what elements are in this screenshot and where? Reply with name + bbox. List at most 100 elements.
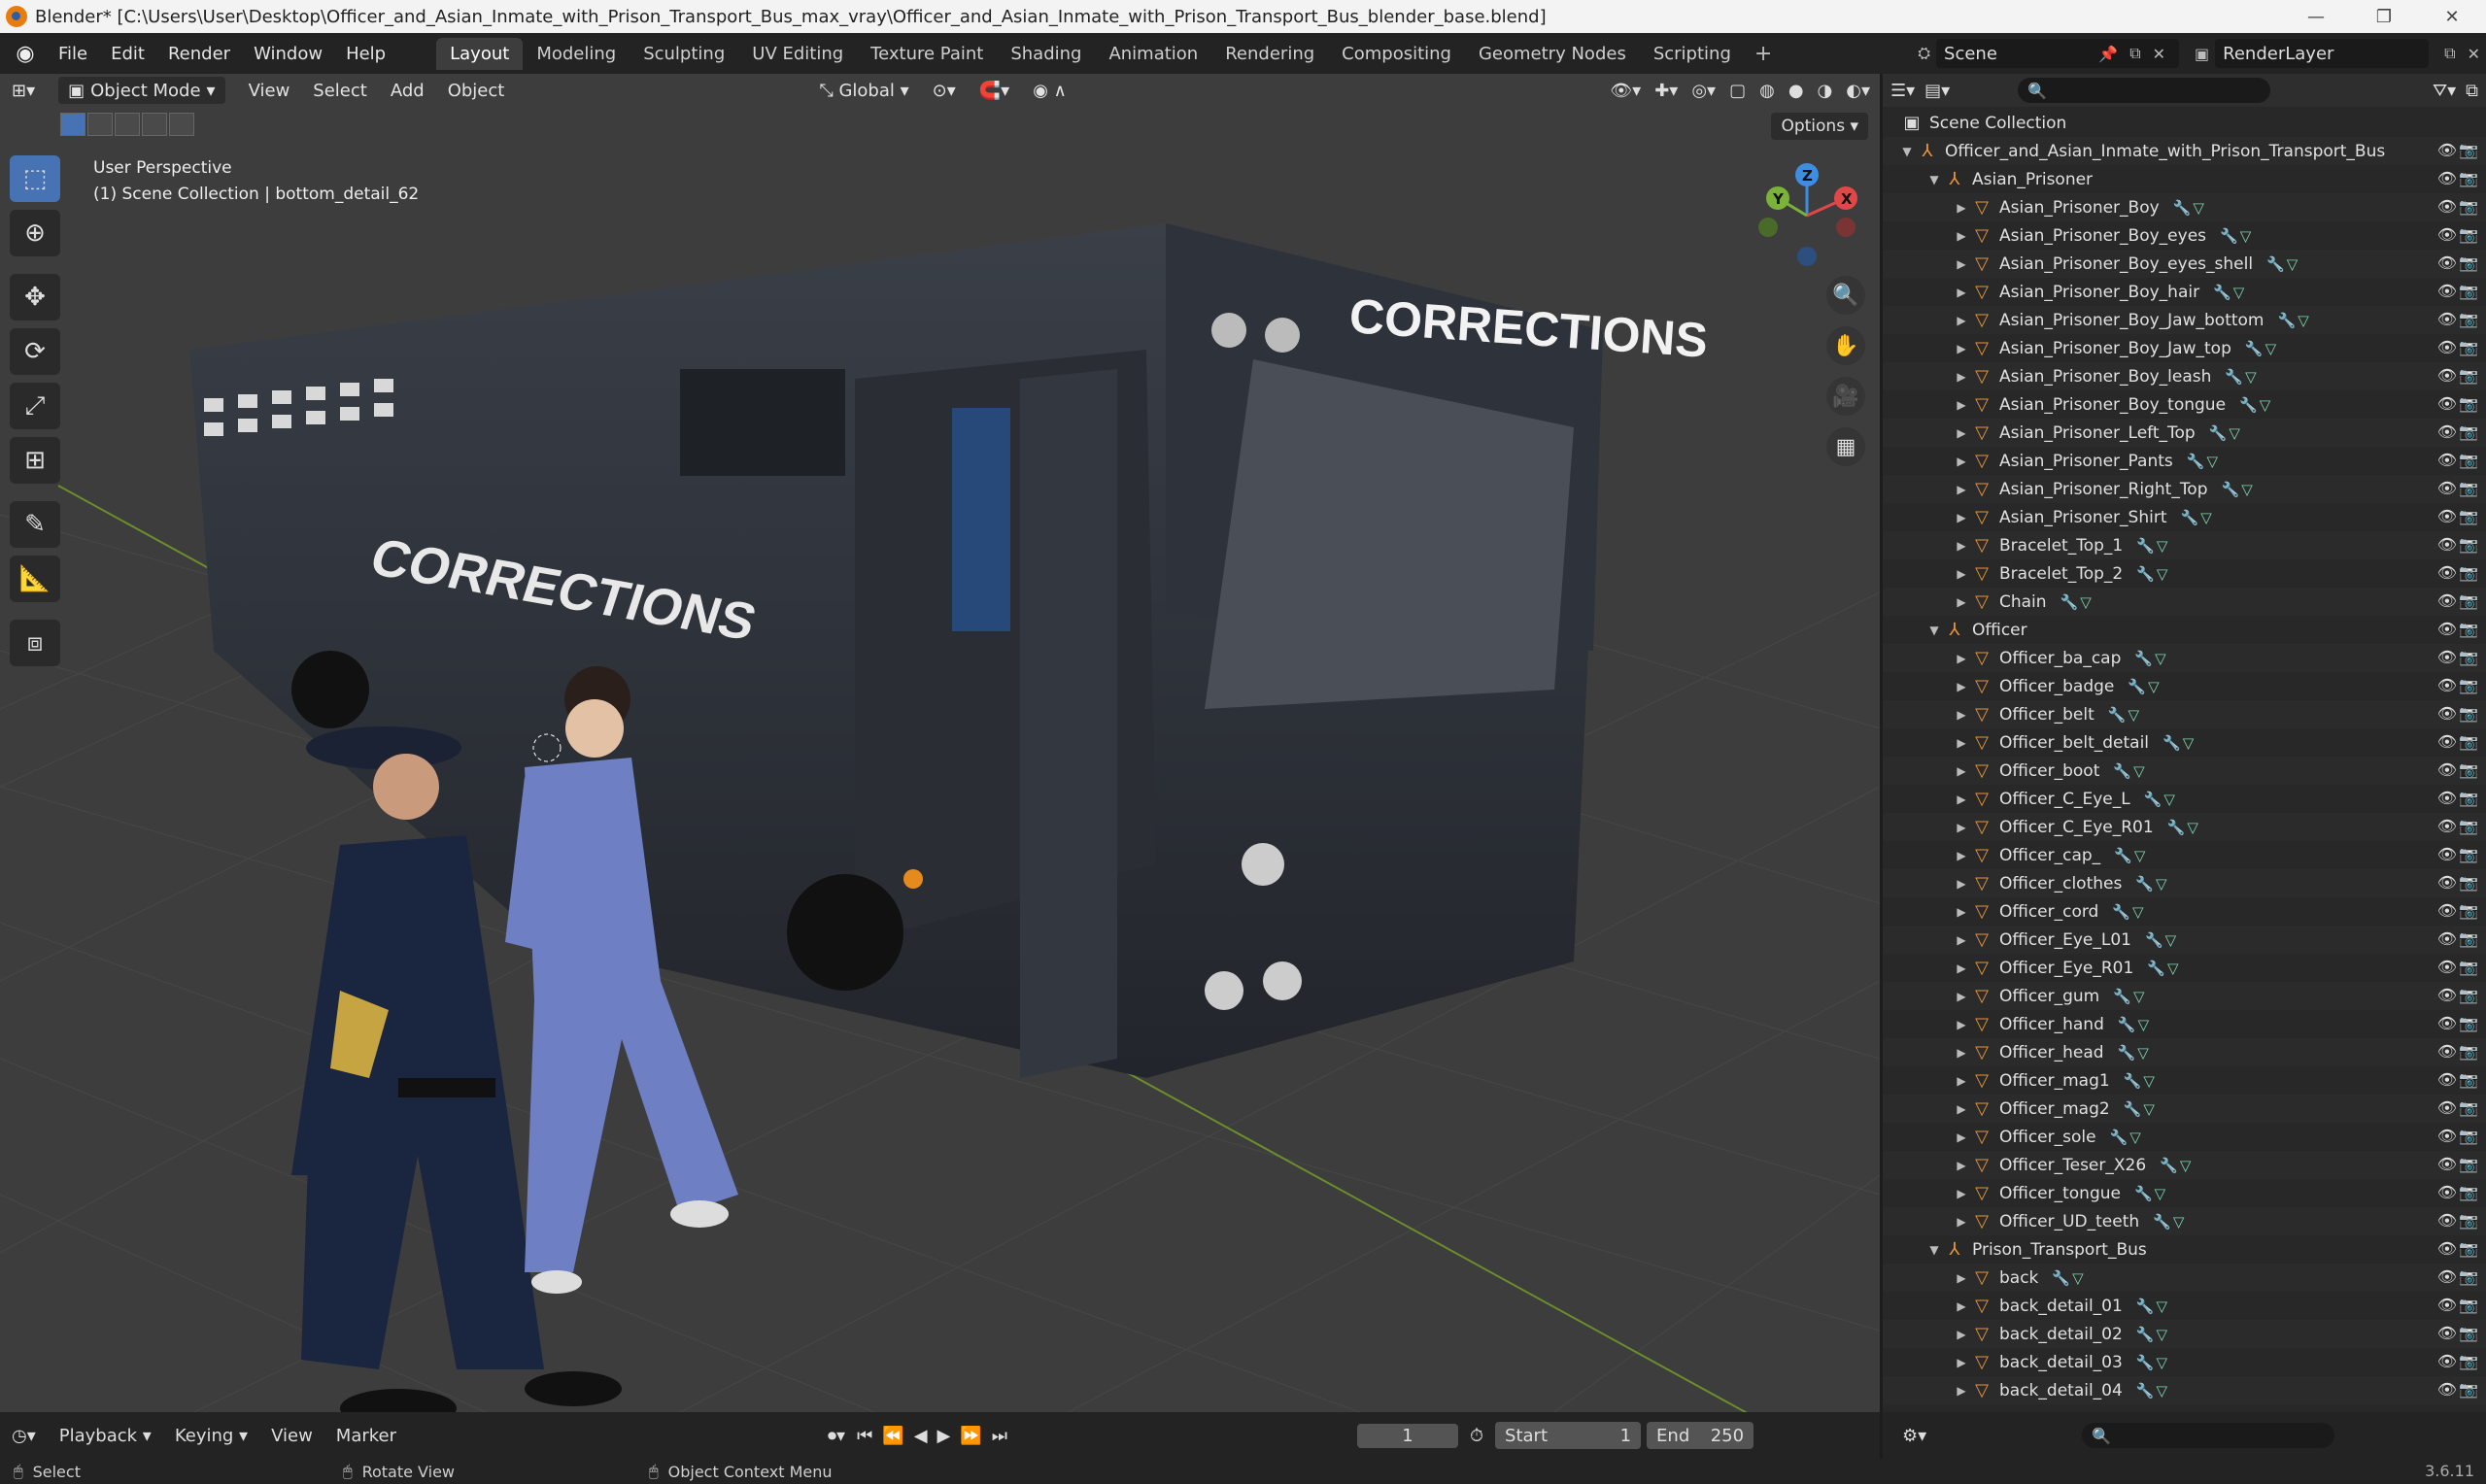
modifier-mesh-icon[interactable]: 🔧▽ xyxy=(2136,1354,2169,1371)
render-camera-icon[interactable]: 📷 xyxy=(2459,1324,2478,1342)
render-camera-icon[interactable]: 📷 xyxy=(2459,197,2478,216)
tab-scripting[interactable]: Scripting xyxy=(1640,38,1745,70)
render-camera-icon[interactable]: 📷 xyxy=(2459,1014,2478,1032)
outliner-row[interactable]: ▶ ▽ Officer_C_Eye_L 🔧▽ 👁 📷 xyxy=(1883,785,2486,813)
visibility-eye-icon[interactable]: 👁 xyxy=(2437,366,2457,385)
outliner-row[interactable]: ▶ ▽ Officer_cord 🔧▽ 👁 📷 xyxy=(1883,897,2486,926)
modifier-mesh-icon[interactable]: 🔧▽ xyxy=(2222,481,2255,498)
pivot-point-icon[interactable]: ⊙▾ xyxy=(921,74,968,107)
visibility-eye-icon[interactable]: 👁 xyxy=(2437,1324,2457,1342)
expand-down-icon[interactable]: ▼ xyxy=(1925,1243,1943,1257)
solid-shading-icon[interactable]: ● xyxy=(1788,81,1804,101)
render-camera-icon[interactable]: 📷 xyxy=(2459,141,2478,159)
navigation-gizmo[interactable]: Z Y X xyxy=(1749,157,1865,274)
outliner-row[interactable]: ▶ ▽ Officer_head 🔧▽ 👁 📷 xyxy=(1883,1038,2486,1066)
render-camera-icon[interactable]: 📷 xyxy=(2459,366,2478,385)
expand-right-icon[interactable]: ▶ xyxy=(1953,483,1970,496)
outliner-row[interactable]: ▼ ⅄ Officer_and_Asian_Inmate_with_Prison_T… xyxy=(1883,137,2486,165)
rendered-shading-icon[interactable]: ◐▾ xyxy=(1846,81,1870,101)
render-camera-icon[interactable]: 📷 xyxy=(2459,760,2478,779)
editor-type-icon[interactable]: ☰▾ xyxy=(1890,81,1915,101)
visibility-eye-icon[interactable]: 👁 xyxy=(2437,422,2457,441)
outliner-row[interactable]: ▶ ▽ Officer_hand 🔧▽ 👁 📷 xyxy=(1883,1010,2486,1038)
outliner-row[interactable]: ▶ ▽ Officer_Teser_X26 🔧▽ 👁 📷 xyxy=(1883,1151,2486,1179)
scene-collection-row[interactable]: ▣ Scene Collection xyxy=(1883,109,2486,137)
modifier-mesh-icon[interactable]: 🔧▽ xyxy=(2225,368,2258,386)
visibility-eye-icon[interactable]: 👁 xyxy=(2437,197,2457,216)
play-reverse-icon[interactable]: ◀ xyxy=(914,1426,928,1446)
render-camera-icon[interactable]: 📷 xyxy=(2459,422,2478,441)
end-frame-field[interactable]: End 250 xyxy=(1647,1422,1754,1449)
visibility-eye-icon[interactable]: 👁 xyxy=(2437,1070,2457,1089)
render-camera-icon[interactable]: 📷 xyxy=(2459,225,2478,244)
render-camera-icon[interactable]: 📷 xyxy=(2459,169,2478,187)
pin-icon[interactable]: 📌 xyxy=(2098,45,2118,63)
expand-right-icon[interactable]: ▶ xyxy=(1953,1356,1970,1369)
expand-right-icon[interactable]: ▶ xyxy=(1953,201,1970,215)
menu-help[interactable]: Help xyxy=(334,33,397,74)
render-camera-icon[interactable]: 📷 xyxy=(2459,310,2478,328)
expand-right-icon[interactable]: ▶ xyxy=(1953,793,1970,806)
tab-shading[interactable]: Shading xyxy=(997,38,1095,70)
expand-right-icon[interactable]: ▶ xyxy=(1953,455,1970,468)
outliner-row[interactable]: ▼ ⅄ Prison_Transport_Bus 👁 📷 xyxy=(1883,1235,2486,1264)
visibility-eye-icon[interactable]: 👁 xyxy=(2437,1183,2457,1201)
blender-menu-icon[interactable]: ◉ xyxy=(12,40,39,67)
minimize-button[interactable]: — xyxy=(2282,0,2350,33)
render-camera-icon[interactable]: 📷 xyxy=(2459,620,2478,638)
tab-sculpting[interactable]: Sculpting xyxy=(630,38,738,70)
visibility-eye-icon[interactable]: 👁 xyxy=(2437,648,2457,666)
render-camera-icon[interactable]: 📷 xyxy=(2459,563,2478,582)
visibility-eye-icon[interactable]: 👁 xyxy=(2437,789,2457,807)
tab-texture-paint[interactable]: Texture Paint xyxy=(857,38,997,70)
visibility-eye-icon[interactable]: 👁 xyxy=(2437,141,2457,159)
modifier-mesh-icon[interactable]: 🔧▽ xyxy=(2278,312,2311,329)
tab-modeling[interactable]: Modeling xyxy=(523,38,630,70)
render-camera-icon[interactable]: 📷 xyxy=(2459,394,2478,413)
visibility-eye-icon[interactable]: 👁 xyxy=(2437,845,2457,863)
proportional-editing-icon[interactable]: ◉ ∧ xyxy=(1021,74,1078,107)
modifier-mesh-icon[interactable]: 🔧▽ xyxy=(2239,396,2272,414)
outliner-row[interactable]: ▶ ▽ Asian_Prisoner_Boy_eyes 🔧▽ 👁 📷 xyxy=(1883,221,2486,250)
visibility-eye-icon[interactable]: 👁 xyxy=(2437,535,2457,554)
outliner-row[interactable]: ▶ ▽ Officer_ba_cap 🔧▽ 👁 📷 xyxy=(1883,644,2486,672)
play-icon[interactable]: ▶ xyxy=(937,1426,951,1446)
select-new-icon[interactable] xyxy=(60,113,85,136)
outliner-row[interactable]: ▶ ▽ Officer_tongue 🔧▽ 👁 📷 xyxy=(1883,1179,2486,1207)
visibility-eye-icon[interactable]: 👁 xyxy=(2437,563,2457,582)
new-scene-icon[interactable]: ⧉ xyxy=(2129,44,2140,63)
outliner-row[interactable]: ▶ ▽ Officer_sole 🔧▽ 👁 📷 xyxy=(1883,1123,2486,1151)
expand-right-icon[interactable]: ▶ xyxy=(1953,398,1970,412)
visibility-eye-icon[interactable]: 👁 xyxy=(2437,929,2457,948)
outliner-row[interactable]: ▶ ▽ Officer_Eye_L01 🔧▽ 👁 📷 xyxy=(1883,926,2486,954)
visibility-eye-icon[interactable]: 👁 xyxy=(2437,732,2457,751)
render-camera-icon[interactable]: 📷 xyxy=(2459,732,2478,751)
expand-right-icon[interactable]: ▶ xyxy=(1953,1130,1970,1144)
modifier-mesh-icon[interactable]: 🔧▽ xyxy=(2134,650,2167,667)
modifier-mesh-icon[interactable]: 🔧▽ xyxy=(2162,734,2196,752)
select-subtract-icon[interactable] xyxy=(115,113,140,136)
outliner-row[interactable]: ▶ ▽ Bracelet_Top_1 🔧▽ 👁 📷 xyxy=(1883,531,2486,559)
expand-right-icon[interactable]: ▶ xyxy=(1953,1074,1970,1088)
move-icon[interactable]: ✥ xyxy=(10,274,60,320)
render-camera-icon[interactable]: 📷 xyxy=(2459,253,2478,272)
visibility-eye-icon[interactable]: 👁 xyxy=(2437,817,2457,835)
outliner-row[interactable]: ▶ ▽ Asian_Prisoner_Boy_eyes_shell 🔧▽ 👁 📷 xyxy=(1883,250,2486,278)
current-frame-field[interactable]: 1 xyxy=(1357,1423,1458,1448)
xray-icon[interactable]: ▢ xyxy=(1729,81,1746,101)
expand-right-icon[interactable]: ▶ xyxy=(1953,680,1970,693)
outliner-row[interactable]: ▶ ▽ Officer_belt 🔧▽ 👁 📷 xyxy=(1883,700,2486,728)
render-camera-icon[interactable]: 📷 xyxy=(2459,479,2478,497)
menu-view[interactable]: View xyxy=(259,1426,324,1446)
tab-uv-editing[interactable]: UV Editing xyxy=(738,38,857,70)
transform-icon[interactable]: ⊞ xyxy=(10,437,60,484)
visibility-eye-icon[interactable]: 👁 xyxy=(2437,507,2457,525)
prev-keyframe-icon[interactable]: ⏪ xyxy=(882,1426,903,1446)
tab-rendering[interactable]: Rendering xyxy=(1211,38,1328,70)
expand-right-icon[interactable]: ▶ xyxy=(1953,567,1970,581)
visibility-eye-icon[interactable]: 👁 xyxy=(2437,225,2457,244)
outliner-row[interactable]: ▶ ▽ Officer_gum 🔧▽ 👁 📷 xyxy=(1883,982,2486,1010)
outliner-row[interactable]: ▶ ▽ Asian_Prisoner_Boy_leash 🔧▽ 👁 📷 xyxy=(1883,362,2486,390)
render-camera-icon[interactable]: 📷 xyxy=(2459,929,2478,948)
visibility-eye-icon[interactable]: 👁 xyxy=(2437,591,2457,610)
